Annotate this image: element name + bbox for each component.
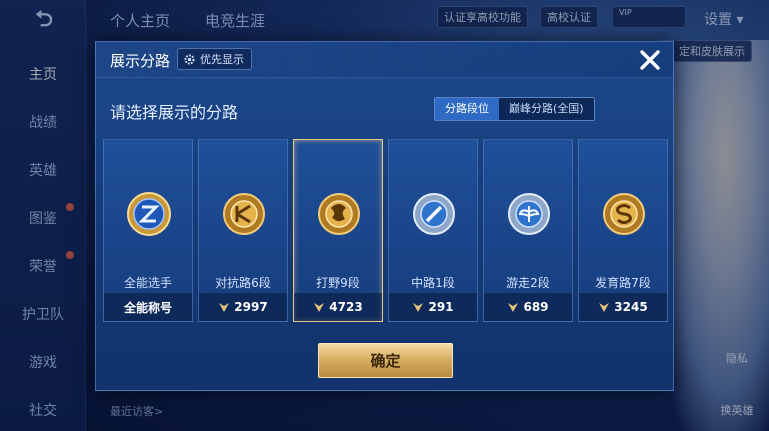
priority-display-button[interactable]: 优先显示 (177, 48, 252, 70)
lane-score: 291 (389, 293, 477, 321)
close-icon (640, 50, 660, 70)
lane-score-value: 689 (523, 300, 549, 314)
mid-lane-emblem-icon (413, 193, 455, 235)
select-lane-prompt: 请选择展示的分路 (110, 103, 239, 122)
lane-card-clash[interactable]: 对抗路6段 2997 (198, 139, 288, 322)
clash-lane-emblem-icon (223, 193, 265, 235)
lane-score: 4723 (294, 293, 382, 321)
confirm-button[interactable]: 确定 (318, 343, 453, 378)
close-button[interactable] (636, 46, 664, 74)
lane-card-farm[interactable]: 发育路7段 3245 (578, 139, 668, 322)
lane-name: 游走2段 (506, 276, 550, 290)
lane-card-list: 全能选手 全能称号 对抗路6段 2997 打野9段 4723 中路1段 291 … (103, 139, 668, 322)
roam-emblem-icon (508, 193, 550, 235)
lane-score: 全能称号 (104, 293, 192, 321)
lane-card-mid[interactable]: 中路1段 291 (388, 139, 478, 322)
score-icon (413, 302, 424, 312)
lane-name: 全能选手 (123, 276, 172, 290)
lane-score-value: 3245 (614, 300, 648, 314)
lane-name: 中路1段 (411, 276, 455, 290)
lane-score-value: 291 (428, 300, 454, 314)
score-icon (508, 302, 519, 312)
confirm-label: 确定 (370, 352, 401, 370)
lane-type-toggle: 分路段位 巅峰分路(全国) (434, 97, 595, 121)
lane-card-jungle[interactable]: 打野9段 4723 (293, 139, 383, 322)
lane-name: 对抗路6段 (215, 276, 271, 290)
dialog-header: 展示分路 优先显示 (96, 42, 673, 78)
priority-display-label: 优先显示 (200, 53, 244, 66)
lane-score-value: 全能称号 (123, 300, 172, 315)
lane-score: 2997 (199, 293, 287, 321)
lane-score-value: 4723 (329, 300, 363, 314)
score-icon (314, 302, 325, 312)
score-icon (219, 302, 230, 312)
jungle-emblem-icon (318, 193, 360, 235)
tab-peak-lane-national[interactable]: 巅峰分路(全国) (499, 98, 594, 120)
lane-score: 689 (484, 293, 572, 321)
dialog-title: 展示分路 (110, 52, 171, 70)
all-round-emblem-icon (127, 192, 171, 236)
lane-card-all-round[interactable]: 全能选手 全能称号 (103, 139, 193, 322)
tab-lane-rank[interactable]: 分路段位 (435, 98, 499, 120)
lane-name: 发育路7段 (595, 276, 651, 290)
score-icon (599, 302, 610, 312)
lane-score-value: 2997 (234, 300, 268, 314)
farm-lane-emblem-icon (603, 193, 645, 235)
lane-card-roam[interactable]: 游走2段 689 (483, 139, 573, 322)
lane-name: 打野9段 (316, 276, 360, 290)
lane-display-dialog: 展示分路 优先显示 请选择展示的分路 分路段位 巅峰分路(全国) 全能选手 全能… (95, 41, 674, 391)
gear-icon (184, 53, 195, 65)
lane-score: 3245 (579, 293, 667, 321)
